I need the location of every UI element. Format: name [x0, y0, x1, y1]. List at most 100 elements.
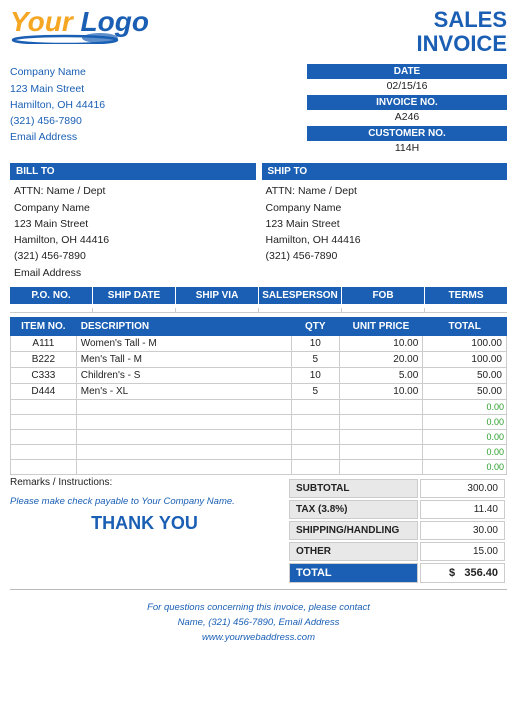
bottom-section: Remarks / Instructions: Please make chec…: [10, 477, 507, 585]
sender-email: Email Address: [10, 129, 307, 145]
empty-item: [11, 429, 77, 444]
customer-no-value: 114H: [307, 141, 507, 155]
total-col-header: TOTAL: [423, 317, 507, 335]
subtotal-label: SUBTOTAL: [289, 479, 418, 498]
ship-to-block: SHIP TO ATTN: Name / Dept Company Name 1…: [262, 163, 508, 281]
item-desc: Women's Tall - M: [76, 335, 291, 351]
ship-to-line4: Hamilton, OH 44416: [266, 232, 508, 248]
date-label: DATE: [307, 64, 507, 79]
ship-to-line5: (321) 456-7890: [266, 248, 508, 264]
empty-unit: [339, 444, 423, 459]
empty-unit: [339, 414, 423, 429]
ship-to-header: SHIP TO: [262, 163, 508, 180]
items-table: ITEM NO. DESCRIPTION QTY UNIT PRICE TOTA…: [10, 317, 507, 475]
item-no: B222: [11, 351, 77, 367]
ship-date-header: SHIP DATE: [93, 287, 176, 304]
top-section: Company Name 123 Main Street Hamilton, O…: [10, 64, 507, 157]
fob-header: FOB: [342, 287, 425, 304]
empty-total-3: 0.00: [423, 429, 507, 444]
po-no-val: [10, 308, 93, 312]
item-unit-price: 10.00: [339, 383, 423, 399]
ship-to-content: ATTN: Name / Dept Company Name 123 Main …: [262, 183, 508, 264]
thank-you: THANK YOU: [10, 513, 279, 534]
empty-desc: [76, 399, 291, 414]
empty-desc: [76, 444, 291, 459]
item-desc: Children's - S: [76, 367, 291, 383]
unit-price-col-header: UNIT PRICE: [339, 317, 423, 335]
item-total: 100.00: [423, 335, 507, 351]
invoice-title-line1: SALES: [417, 8, 507, 32]
bill-to-line4: Hamilton, OH 44416: [14, 232, 256, 248]
footer: For questions concerning this invoice, p…: [10, 600, 507, 646]
bottom-left: Remarks / Instructions: Please make chec…: [10, 477, 287, 585]
logo-swoosh-icon: [10, 32, 120, 44]
empty-total-4: 0.00: [423, 444, 507, 459]
total-amount: 356.40: [464, 567, 498, 579]
empty-item: [11, 459, 77, 474]
invoice-title: SALES INVOICE: [417, 8, 507, 56]
item-qty: 5: [291, 351, 339, 367]
date-value: 02/15/16: [307, 79, 507, 93]
tax-value: 11.40: [420, 500, 505, 519]
terms-header: TERMS: [425, 287, 507, 304]
bill-to-line3: 123 Main Street: [14, 216, 256, 232]
po-no-header: P.O. NO.: [10, 287, 93, 304]
sender-company: Company Name: [10, 64, 307, 80]
empty-desc: [76, 429, 291, 444]
ship-via-header: SHIP VIA: [176, 287, 259, 304]
empty-row: 0.00: [11, 414, 507, 429]
total-value: $ 356.40: [420, 563, 505, 583]
item-row: D444 Men's - XL 5 10.00 50.00: [11, 383, 507, 399]
empty-row: 0.00: [11, 444, 507, 459]
item-qty: 5: [291, 383, 339, 399]
sender-address: 123 Main Street: [10, 81, 307, 97]
item-row: A111 Women's Tall - M 10 10.00 100.00: [11, 335, 507, 351]
empty-total-1: 0.00: [423, 399, 507, 414]
logo-area: Your Logo: [10, 8, 149, 44]
bill-to-line6: Email Address: [14, 265, 256, 281]
tax-label: TAX (3.8%): [289, 500, 418, 519]
description-col-header: DESCRIPTION: [76, 317, 291, 335]
item-no: C333: [11, 367, 77, 383]
empty-item: [11, 414, 77, 429]
subtotal-value: 300.00: [420, 479, 505, 498]
item-row: C333 Children's - S 10 5.00 50.00: [11, 367, 507, 383]
item-desc: Men's - XL: [76, 383, 291, 399]
qty-col-header: QTY: [291, 317, 339, 335]
subtotal-row: SUBTOTAL 300.00: [289, 479, 505, 498]
ship-date-val: [93, 308, 176, 312]
items-header-row: ITEM NO. DESCRIPTION QTY UNIT PRICE TOTA…: [11, 317, 507, 335]
empty-qty: [291, 399, 339, 414]
terms-val: [425, 308, 507, 312]
total-currency: $: [449, 567, 455, 579]
footer-website: www.yourwebaddress.com: [10, 630, 507, 645]
sender-phone: (321) 456-7890: [10, 113, 307, 129]
ship-via-val: [176, 308, 259, 312]
tax-row: TAX (3.8%) 11.40: [289, 500, 505, 519]
totals-table: SUBTOTAL 300.00 TAX (3.8%) 11.40 SHIPPIN…: [287, 477, 507, 585]
fob-val: [342, 308, 425, 312]
sender-city: Hamilton, OH 44416: [10, 97, 307, 113]
salesperson-header: SALESPERSON: [259, 287, 342, 304]
item-total: 100.00: [423, 351, 507, 367]
ship-to-line3: 123 Main Street: [266, 216, 508, 232]
empty-row: 0.00: [11, 459, 507, 474]
empty-total-2: 0.00: [423, 414, 507, 429]
bill-to-line5: (321) 456-7890: [14, 248, 256, 264]
item-no: D444: [11, 383, 77, 399]
item-desc: Men's Tall - M: [76, 351, 291, 367]
bill-to-line1: ATTN: Name / Dept: [14, 183, 256, 199]
empty-unit: [339, 459, 423, 474]
bill-to-header: BILL TO: [10, 163, 256, 180]
shipping-value: 30.00: [420, 521, 505, 540]
bill-to-line2: Company Name: [14, 200, 256, 216]
item-unit-price: 10.00: [339, 335, 423, 351]
shipping-label: SHIPPING/HANDLING: [289, 521, 418, 540]
footer-line1: For questions concerning this invoice, p…: [10, 600, 507, 615]
invoice-no-value: A246: [307, 110, 507, 124]
total-row: TOTAL $ 356.40: [289, 563, 505, 583]
empty-item: [11, 444, 77, 459]
item-unit-price: 20.00: [339, 351, 423, 367]
empty-row: 0.00: [11, 399, 507, 414]
ship-to-line1: ATTN: Name / Dept: [266, 183, 508, 199]
